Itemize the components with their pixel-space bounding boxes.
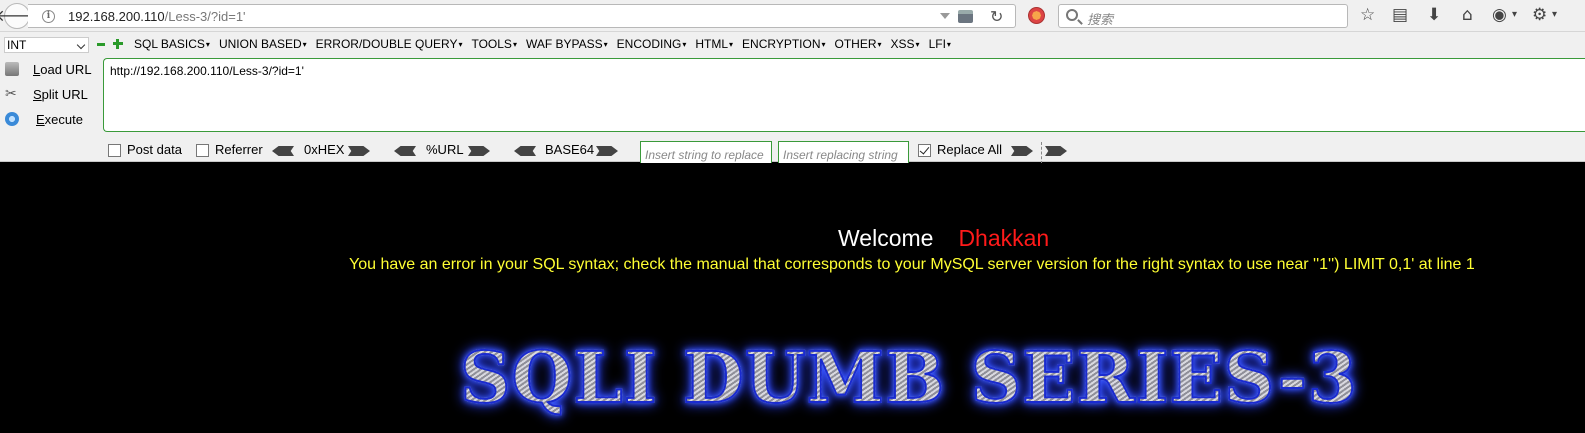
profile-dropdown-icon[interactable]: ▾: [1512, 5, 1517, 25]
url-decode-arrow-icon[interactable]: [394, 146, 416, 156]
base64-decode-arrow-icon[interactable]: [514, 146, 536, 156]
replace-all-checkbox[interactable]: [918, 144, 931, 157]
menu-sql-basics[interactable]: SQL BASICS: [134, 37, 210, 51]
referrer-label: Referrer: [215, 142, 263, 157]
menu-error-double-query[interactable]: ERROR/DOUBLE QUERY: [316, 37, 463, 51]
url-encode-arrow-icon[interactable]: [468, 146, 490, 156]
load-url-button[interactable]: Load URL: [0, 58, 92, 80]
bookmark-star-icon[interactable]: ☆: [1360, 5, 1375, 25]
sql-error-message: You have an error in your SQL syntax; ch…: [349, 256, 1475, 273]
hackbar-panel: INT SQL BASICS UNION BASED ERROR/DOUBLE …: [0, 32, 1585, 167]
post-data-label: Post data: [127, 142, 182, 157]
post-data-checkbox[interactable]: [108, 144, 121, 157]
base64-label: BASE64: [545, 142, 595, 157]
browser-navbar: 🡐 i 192.168.200.110/Less-3/?id=1' ↻ 搜索 ☆…: [0, 0, 1585, 32]
settings-icon[interactable]: ⚙: [1532, 5, 1547, 25]
hackbar-url-value: http://192.168.200.110/Less-3/?id=1': [110, 64, 304, 78]
search-placeholder: 搜索: [1087, 13, 1114, 28]
execute-label: Execute: [36, 111, 83, 127]
addon-block-icon[interactable]: [1028, 7, 1045, 24]
welcome-name: Dhakkan: [958, 225, 1050, 251]
back-button[interactable]: 🡐: [0, 3, 38, 29]
info-icon[interactable]: i: [42, 10, 55, 23]
home-icon[interactable]: ⌂: [1462, 5, 1473, 25]
hackbar-menu: SQL BASICS UNION BASED ERROR/DOUBLE QUER…: [134, 37, 960, 51]
search-icon: [1066, 9, 1078, 21]
url-bar[interactable]: i 192.168.200.110/Less-3/?id=1' ↻: [28, 4, 1016, 28]
profile-icon[interactable]: ◉: [1492, 5, 1507, 25]
referrer-checkbox[interactable]: [196, 144, 209, 157]
base64-encode-arrow-icon[interactable]: [596, 146, 618, 156]
url-host: 192.168.200.110: [68, 9, 165, 24]
load-url-icon: [5, 62, 19, 76]
url-path: /Less-3/?id=1': [164, 9, 246, 24]
execute-icon: [5, 112, 19, 126]
hex-encode-arrow-icon[interactable]: [348, 146, 370, 156]
welcome-message: Welcome Dhakkan: [838, 225, 1049, 252]
replace-all-arrow-icon[interactable]: [1045, 146, 1067, 156]
divider: [1041, 142, 1042, 164]
menu-html[interactable]: HTML: [695, 37, 733, 51]
hackbar-url-textarea[interactable]: http://192.168.200.110/Less-3/?id=1': [103, 58, 1585, 132]
reload-icon[interactable]: ↻: [990, 7, 1003, 26]
page-content: Welcome Dhakkan You have an error in your…: [0, 163, 1585, 433]
menu-xss[interactable]: XSS: [891, 37, 920, 51]
menu-encoding[interactable]: ENCODING: [617, 37, 687, 51]
type-select[interactable]: INT: [4, 37, 89, 53]
menu-waf-bypass[interactable]: WAF BYPASS: [526, 37, 608, 51]
replace-all-label: Replace All: [937, 142, 1003, 157]
url-text[interactable]: 192.168.200.110/Less-3/?id=1': [68, 9, 246, 24]
menu-other[interactable]: OTHER: [835, 37, 882, 51]
replace-arrow-icon[interactable]: [1011, 146, 1033, 156]
split-url-label: Split URL: [33, 86, 88, 102]
hackbar-options-row: Post data Referrer 0xHEX %URL BASE64 Ins…: [0, 140, 1585, 167]
execute-button[interactable]: Execute: [0, 108, 83, 130]
menu-union-based[interactable]: UNION BASED: [219, 37, 307, 51]
settings-dropdown-icon[interactable]: ▾: [1552, 5, 1557, 25]
url-encode-label: %URL: [426, 142, 464, 157]
menu-encryption[interactable]: ENCRYPTION: [742, 37, 825, 51]
chevron-down-icon: [76, 40, 86, 50]
menu-tools[interactable]: TOOLS: [471, 37, 516, 51]
welcome-text: Welcome: [838, 225, 934, 251]
minus-icon[interactable]: [97, 43, 105, 46]
search-bar[interactable]: 搜索: [1058, 4, 1348, 28]
load-url-label: Load URL: [33, 61, 92, 77]
series-title-image: SQLI DUMB SERIES-3: [459, 336, 1358, 419]
scissors-icon: ✂: [5, 86, 17, 102]
plus-icon[interactable]: [113, 39, 123, 49]
type-select-value: INT: [7, 38, 27, 52]
page-actions-icon[interactable]: [958, 10, 973, 23]
reading-list-icon[interactable]: ▤: [1392, 5, 1408, 25]
hex-decode-arrow-icon[interactable]: [272, 146, 294, 156]
hex-label: 0xHEX: [304, 142, 345, 157]
dropdown-icon[interactable]: [940, 13, 950, 19]
download-icon[interactable]: ⬇: [1427, 5, 1441, 25]
menu-lfi[interactable]: LFI: [929, 37, 951, 51]
split-url-button[interactable]: ✂ Split URL: [0, 83, 88, 105]
